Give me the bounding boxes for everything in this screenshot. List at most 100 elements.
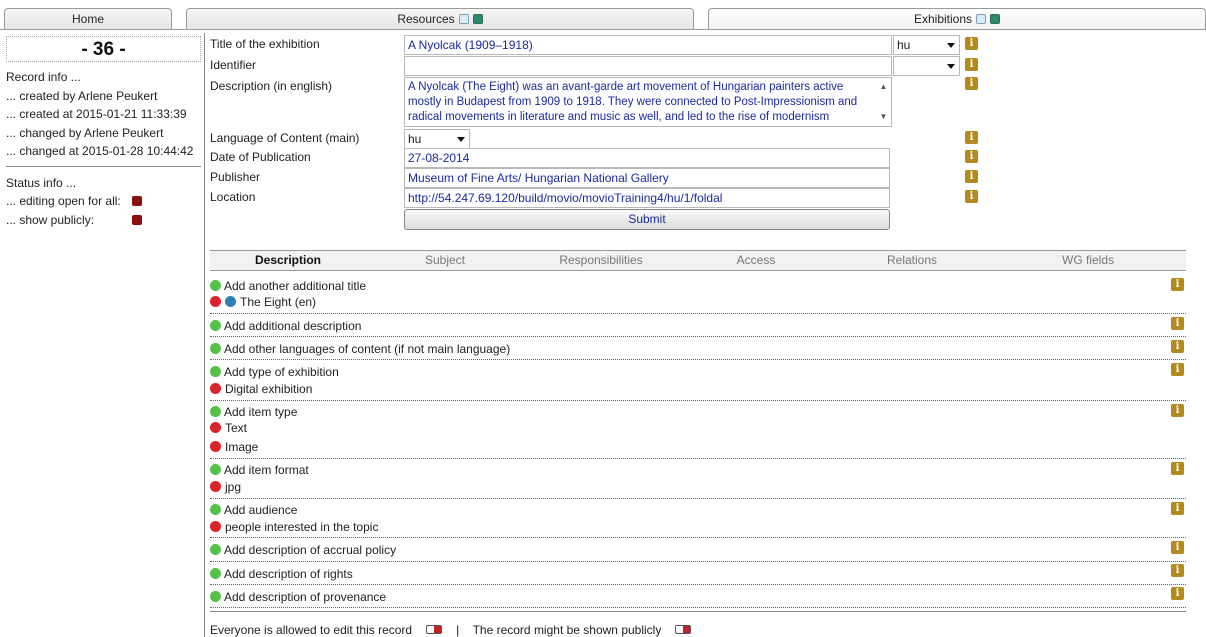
info-icon[interactable]: i [1171, 564, 1184, 577]
add-provenance-label: Add description of provenance [224, 590, 387, 604]
subtab-access[interactable]: Access [737, 253, 776, 267]
description-text: A Nyolcak (The Eight) was an avant-garde… [408, 81, 858, 123]
location-row: Location http://54.247.69.120/build/movi… [210, 188, 990, 208]
list-item: The Eight (en) [210, 295, 316, 309]
info-icon[interactable]: i [1171, 340, 1184, 353]
list-item: jpg [210, 480, 241, 494]
section-item-type: Add item type i Text Image [210, 401, 1186, 459]
chevron-down-icon [947, 43, 955, 48]
add-icon [210, 464, 221, 475]
info-icon[interactable]: i [965, 37, 978, 50]
remove-icon[interactable] [210, 521, 221, 532]
subtab-subject[interactable]: Subject [425, 253, 465, 267]
publisher-input[interactable]: Museum of Fine Arts/ Hungarian National … [404, 168, 890, 188]
tab-divider [0, 29, 1206, 30]
collapse-icon[interactable] [990, 14, 1001, 24]
language-select[interactable]: hu [404, 129, 470, 149]
title-input[interactable]: A Nyolcak (1909–1918) [404, 35, 892, 55]
subtab-relations[interactable]: Relations [887, 253, 937, 267]
edit-permission-toggle[interactable] [426, 625, 443, 634]
language-label: Language of Content (main) [210, 131, 360, 145]
info-icon[interactable]: i [965, 170, 978, 183]
date-label: Date of Publication [210, 150, 311, 164]
identifier-input[interactable] [404, 56, 892, 76]
info-icon[interactable]: i [965, 77, 978, 90]
info-icon[interactable]: i [965, 150, 978, 163]
add-provenance[interactable]: Add description of provenance [210, 590, 386, 604]
add-icon [210, 320, 221, 331]
add-icon [210, 343, 221, 354]
add-rights[interactable]: Add description of rights [210, 567, 353, 581]
tab-exhibitions[interactable]: Exhibitions [708, 8, 1206, 30]
info-icon[interactable]: i [1171, 462, 1184, 475]
identifier-label: Identifier [210, 58, 257, 72]
subtab-description[interactable]: Description [255, 253, 321, 267]
tab-home-label: Home [71, 12, 104, 26]
add-additional-title-label: Add another additional title [224, 279, 367, 293]
remove-icon[interactable] [210, 441, 221, 452]
info-icon[interactable]: i [1171, 587, 1184, 600]
add-item-format[interactable]: Add item format [210, 463, 309, 477]
date-input[interactable]: 27-08-2014 [404, 148, 890, 168]
editing-open-label: ... editing open for all: [6, 194, 121, 208]
location-input[interactable]: http://54.247.69.120/build/movio/movioTr… [404, 188, 890, 208]
title-label: Title of the exhibition [210, 37, 320, 51]
public-visibility-toggle[interactable] [675, 625, 692, 634]
identifier-type-select[interactable] [893, 56, 960, 76]
description-label: Description (in english) [210, 79, 333, 93]
audience-value: people interested in the topic [225, 520, 379, 534]
title-language-select[interactable]: hu [893, 35, 960, 55]
chevron-down-icon [457, 137, 465, 142]
add-icon [210, 504, 221, 515]
title-language-value: hu [897, 38, 911, 52]
info-icon[interactable]: i [1171, 502, 1184, 515]
status-square-icon [132, 196, 142, 206]
tab-resources[interactable]: Resources [186, 8, 694, 30]
collapse-icon[interactable] [472, 14, 483, 24]
add-audience[interactable]: Add audience [210, 503, 297, 517]
add-additional-description[interactable]: Add additional description [210, 319, 361, 333]
created-at: ... created at 2015-01-21 11:33:39 [6, 107, 187, 121]
remove-icon[interactable] [210, 296, 221, 307]
section-other-languages: Add other languages of content (if not m… [210, 337, 1186, 360]
add-icon [210, 544, 221, 555]
add-accrual-policy[interactable]: Add description of accrual policy [210, 543, 396, 557]
submit-button[interactable]: Submit [404, 209, 890, 230]
section-audience: Add audience i people interested in the … [210, 499, 1186, 538]
add-other-languages-label: Add other languages of content (if not m… [224, 342, 511, 356]
info-icon[interactable]: i [1171, 317, 1184, 330]
add-type-of-exhibition[interactable]: Add type of exhibition [210, 365, 339, 379]
add-rights-label: Add description of rights [224, 567, 353, 581]
section-accrual-policy: Add description of accrual policy i [210, 538, 1186, 562]
identifier-row: Identifier i [210, 56, 990, 76]
expand-icon[interactable] [976, 14, 987, 24]
record-status-footer: Everyone is allowed to edit this record |… [210, 623, 705, 637]
subtab-responsibilities[interactable]: Responsibilities [559, 253, 642, 267]
info-icon[interactable]: i [965, 131, 978, 144]
info-icon[interactable]: i [1171, 404, 1184, 417]
additional-title-value: The Eight (en) [240, 295, 317, 309]
description-row: Description (in english) A Nyolcak (The … [210, 77, 990, 127]
description-textarea[interactable]: A Nyolcak (The Eight) was an avant-garde… [404, 77, 892, 127]
expand-icon[interactable] [458, 14, 469, 24]
add-additional-title[interactable]: Add another additional title [210, 279, 366, 293]
subtab-wg-fields[interactable]: WG fields [1062, 253, 1114, 267]
remove-icon[interactable] [210, 422, 221, 433]
info-icon[interactable]: i [1171, 278, 1184, 291]
add-icon [210, 568, 221, 579]
remove-icon[interactable] [210, 383, 221, 394]
add-item-type-label: Add item type [224, 405, 298, 419]
info-icon[interactable]: i [1171, 363, 1184, 376]
scrollbar[interactable]: ▲ ▼ [877, 79, 890, 125]
edit-permission-label: Everyone is allowed to edit this record [210, 623, 413, 637]
info-icon[interactable]: i [965, 190, 978, 203]
info-icon[interactable]: i [965, 58, 978, 71]
language-icon[interactable] [225, 296, 236, 307]
tab-home[interactable]: Home [4, 8, 172, 30]
list-item: Image [210, 440, 258, 454]
add-other-languages[interactable]: Add other languages of content (if not m… [210, 342, 510, 356]
remove-icon[interactable] [210, 481, 221, 492]
publisher-row: Publisher Museum of Fine Arts/ Hungarian… [210, 168, 990, 188]
info-icon[interactable]: i [1171, 541, 1184, 554]
add-item-type[interactable]: Add item type [210, 405, 297, 419]
